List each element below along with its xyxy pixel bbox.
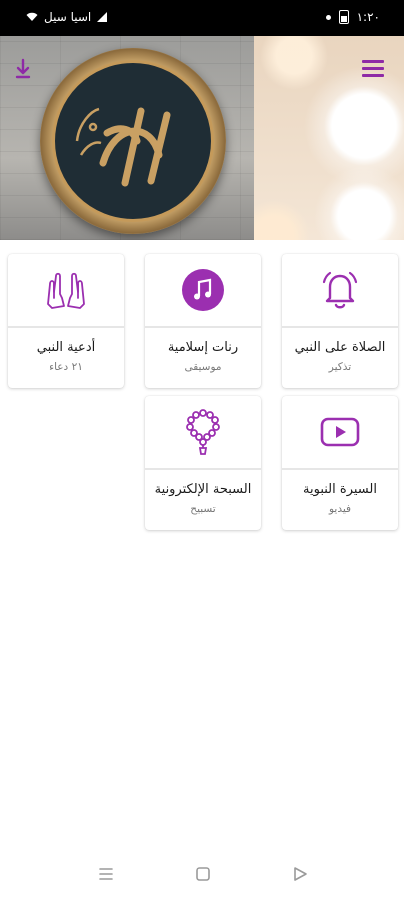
card-title: رنات إسلامية [167, 340, 239, 355]
status-left: اسيا سيل [26, 10, 108, 24]
card-icon-area [8, 254, 124, 328]
home-icon[interactable] [193, 864, 213, 884]
battery-icon [338, 10, 349, 24]
wifi-icon [26, 12, 38, 21]
app-screen: اسيا سيل ١:٢٠ الصلاة على النبي تذكير رنا… [0, 0, 404, 900]
signal-icon [97, 12, 108, 22]
card-subtitle: موسيقى [184, 361, 222, 373]
carrier-name: اسيا سيل [44, 10, 92, 24]
card-subtitle: ٢١ دعاء [49, 361, 83, 373]
card-title: الصلاة على النبي [294, 340, 386, 355]
hamburger-menu-icon[interactable] [362, 60, 384, 78]
card-islamic-ringtones[interactable]: رنات إسلامية موسيقى [145, 254, 261, 388]
card-salat-reminder[interactable]: الصلاة على النبي تذكير [282, 254, 398, 388]
card-electronic-tasbih[interactable]: السبحة الإلكترونية تسبيح [145, 396, 261, 530]
status-right: ١:٢٠ [325, 10, 380, 24]
card-prophet-duas[interactable]: أدعية النبي ٢١ دعاء [8, 254, 124, 388]
play-video-icon [320, 417, 360, 447]
card-subtitle: تسبيح [190, 503, 216, 515]
card-prophet-biography[interactable]: السيرة النبوية فيديو [282, 396, 398, 530]
recent-apps-icon[interactable] [96, 864, 116, 884]
card-title: السبحة الإلكترونية [154, 482, 252, 497]
card-subtitle: فيديو [328, 503, 352, 515]
back-icon[interactable] [290, 864, 310, 884]
card-icon-area [282, 396, 398, 470]
bell-icon [322, 271, 358, 309]
card-icon-area [282, 254, 398, 328]
clock: ١:٢٠ [356, 10, 380, 24]
header-banner [0, 36, 404, 240]
system-nav-bar [0, 850, 404, 900]
card-title: أدعية النبي [36, 340, 96, 355]
notification-dot-icon [325, 14, 331, 20]
calligraphy-medallion-image [40, 48, 226, 234]
music-note-icon [182, 269, 224, 311]
praying-hands-icon [47, 272, 85, 309]
card-icon-area [145, 396, 261, 470]
medallion-inner [52, 60, 214, 222]
card-title: السيرة النبوية [303, 482, 377, 497]
calligraphy-logo [75, 107, 171, 187]
card-subtitle: تذكير [328, 361, 352, 373]
status-bar: اسيا سيل ١:٢٠ [0, 0, 404, 36]
download-icon[interactable] [14, 58, 32, 80]
prayer-beads-icon [186, 409, 220, 455]
card-icon-area [145, 254, 261, 328]
